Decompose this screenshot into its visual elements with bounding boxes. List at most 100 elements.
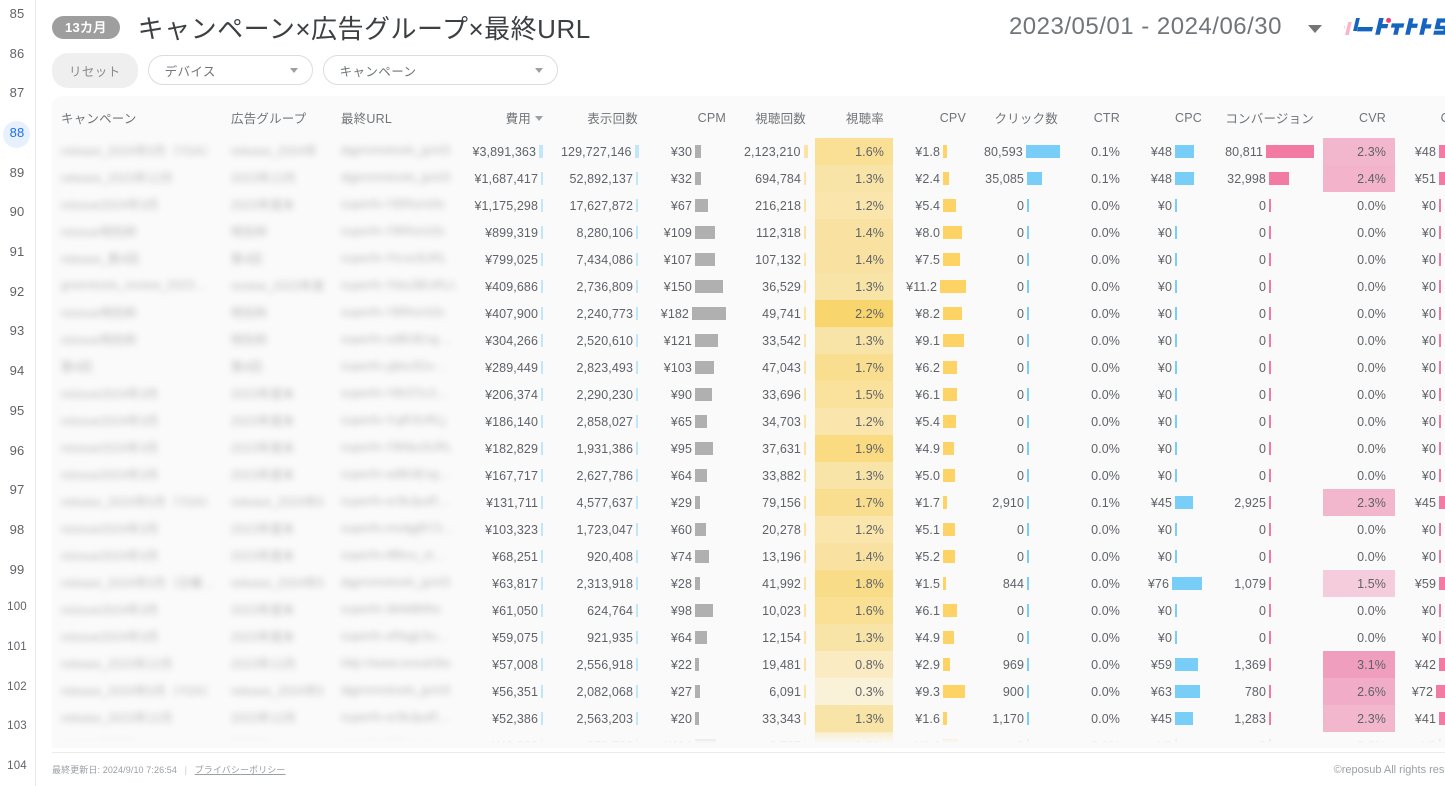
table-row[interactable]: reissue2024年3月 2023年度末 superfn-YujR3URLj ¥1… <box>52 408 1445 435</box>
col-header-ctr[interactable]: CTR <box>1067 96 1129 138</box>
col-header-cvr[interactable]: CVR <box>1323 96 1395 138</box>
page-footer: 最終更新日: 2024/9/10 7:26:54 | プライバシーポリシー ©r… <box>52 752 1445 786</box>
col-header-view_rate[interactable]: 視聴率 <box>815 96 893 138</box>
value-with-bar: ¥68,251 <box>471 550 543 564</box>
col-header-cpc[interactable]: CPC <box>1129 96 1211 138</box>
metric-value: ¥63 <box>1150 684 1172 699</box>
table-row[interactable]: reissue2024年3月 2023年度末 superfn-sRbgjUtu… ¥5… <box>52 624 1445 651</box>
page-number-101[interactable]: 101 <box>0 641 35 653</box>
cell-impr: 17,627,872 <box>552 192 647 219</box>
col-header-clicks[interactable]: クリック数 <box>975 96 1067 138</box>
cell-ctr: 0.0% <box>1067 354 1129 381</box>
col-header-conv[interactable]: コンバージョン <box>1211 96 1323 138</box>
page-number-100[interactable]: 100 <box>0 601 35 613</box>
col-header-label: キャンペーン <box>61 112 137 126</box>
table-row[interactable]: reissue2024年3月 2023年度末 superfn-sdBt3Eng… ¥1… <box>52 462 1445 489</box>
select-device[interactable]: デバイス <box>147 55 313 85</box>
redacted-text: 第4回 <box>231 359 262 374</box>
cell-view_rate: 1.3% <box>815 705 893 732</box>
value-with-bar: ¥0 <box>1404 415 1445 429</box>
page-number-91[interactable]: 91 <box>0 244 35 259</box>
data-bar <box>538 685 543 698</box>
table-body[interactable]: release_2024年5月（YDA） release_2024年 dgpromo… <box>52 138 1445 748</box>
table-row[interactable]: reissue特別枠 特別枠 superfn-sdBt3Eng… ¥304,266 2,… <box>52 327 1445 354</box>
cell-cpm: ¥29 <box>647 489 735 516</box>
cell-cvr: 0.0% <box>1323 192 1395 219</box>
table-row[interactable]: reissue特別枠 特別枠 superfn-YBRtx/sl3c ¥407,900 2… <box>52 300 1445 327</box>
page-number-90[interactable]: 90 <box>0 204 35 219</box>
page-number-99[interactable]: 99 <box>0 562 35 577</box>
privacy-policy-link[interactable]: プライバシーポリシー <box>195 765 286 775</box>
page-number-98[interactable]: 98 <box>0 522 35 537</box>
value-with-bar: 33,696 <box>744 388 806 402</box>
redacted-text: release_2024年5 <box>231 494 324 509</box>
col-header-adgroup[interactable]: 広告グループ <box>222 96 332 138</box>
table-row[interactable]: release_2023年12月 2023年12月 http://www.exsub… <box>52 651 1445 678</box>
date-range-value[interactable]: 2023/05/01 - 2024/06/30 <box>1009 13 1282 41</box>
data-bar <box>1024 442 1058 455</box>
cell-final_url: superfn-sdBt3Eng… <box>332 327 462 354</box>
data-bar <box>940 631 966 644</box>
page-number-85[interactable]: 85 <box>0 6 35 21</box>
data-bar <box>538 280 543 293</box>
col-header-cpm[interactable]: CPM <box>647 96 735 138</box>
col-header-label: 費用 <box>505 112 531 126</box>
page-number-86[interactable]: 86 <box>0 46 35 61</box>
data-bar <box>940 307 966 320</box>
page-number-97[interactable]: 97 <box>0 482 35 497</box>
page-number-95[interactable]: 95 <box>0 403 35 418</box>
page-number-88[interactable]: 88 <box>0 121 35 148</box>
col-header-final_url[interactable]: 最終URL <box>332 96 462 138</box>
col-header-impr[interactable]: 表示回数 <box>552 96 647 138</box>
data-table-card[interactable]: キャンペーン 広告グループ 最終URL 費用 表示回数 CPM 視聴回数 視聴率 CPV クリック… <box>52 96 1445 748</box>
cell-cpc: ¥0 <box>1129 381 1211 408</box>
page-number-104[interactable]: 104 <box>0 760 35 772</box>
table-row[interactable]: 第4回 第4回 superfn-yjbtu3Gv… ¥289,449 2,823,493… <box>52 354 1445 381</box>
page-number-94[interactable]: 94 <box>0 363 35 378</box>
table-row[interactable]: reissue2024年3月 2023年度末 superfn-tfBtvu_sl… ¥… <box>52 543 1445 570</box>
value-with-bar: ¥63 <box>1138 685 1202 699</box>
data-bar <box>538 415 543 428</box>
chevron-down-icon[interactable] <box>1308 25 1322 33</box>
table-row[interactable]: release_2023年12月 2023年12月 superfn-sr3bJpuR… <box>52 705 1445 732</box>
table-row[interactable]: reissue2024年3月 2023年度末 superfn-YBt3Ttc3… ¥2… <box>52 381 1445 408</box>
table-row[interactable]: release_2024年5月（日曜… release_2024年5 dgpromo… <box>52 570 1445 597</box>
data-bar <box>940 199 966 212</box>
table-row[interactable]: reissue2024年3月 2023年度末 superfn-mvdgjBY3… ¥1… <box>52 516 1445 543</box>
redacted-text: superfn-sRbgjUtu… <box>341 629 449 643</box>
table-row[interactable]: reissue特別枠 特別枠 superfn-tfBtvu_sl… ¥49,880 87… <box>52 732 1445 748</box>
col-header-cpv[interactable]: CPV <box>893 96 975 138</box>
table-row[interactable]: release_2023年12月 2023年12月 dgpromotools_jp/… <box>52 165 1445 192</box>
table-row[interactable]: reissue特別枠 特別枠 superfn-YBRtx/sl3c ¥899,319 8… <box>52 219 1445 246</box>
page-number-gutter[interactable]: 85 86 87 88 89 90 91 92 93 94 95 96 97 98 99 100 101 102 1… <box>0 0 36 786</box>
table-row[interactable]: reissue2024年3月 2023年度末 superfn-YBNtu3URL ¥1… <box>52 435 1445 462</box>
metric-value: 0 <box>1016 279 1024 294</box>
page-number-87[interactable]: 87 <box>0 85 35 100</box>
data-bar <box>1266 280 1314 293</box>
table-row[interactable]: release_第4回 第4回 superfn-Ytcvs3URL ¥799,025 7… <box>52 246 1445 273</box>
table-row[interactable]: release_2024年5月（YDA） release_2024年5 dgprom… <box>52 678 1445 705</box>
cell-cpm: ¥107 <box>647 246 735 273</box>
page-number-103[interactable]: 103 <box>0 720 35 732</box>
sort-desc-icon[interactable] <box>535 116 543 121</box>
value-with-bar: ¥2.4 <box>902 172 966 186</box>
cell-conv: 0 <box>1211 246 1323 273</box>
page-number-102[interactable]: 102 <box>0 681 35 693</box>
page-number-92[interactable]: 92 <box>0 284 35 299</box>
page-number-89[interactable]: 89 <box>0 165 35 180</box>
page-number-96[interactable]: 96 <box>0 443 35 458</box>
col-header-cpa[interactable]: CPA <box>1395 96 1445 138</box>
page-number-93[interactable]: 93 <box>0 323 35 338</box>
col-header-cost[interactable]: 費用 <box>462 96 552 138</box>
cell-cpv: ¥7.5 <box>893 246 975 273</box>
col-header-views[interactable]: 視聴回数 <box>735 96 815 138</box>
table-row[interactable]: release_2024年5月（YDA） release_2024年5 superf… <box>52 489 1445 516</box>
table-row[interactable]: reissue2024年3月 2023年度末 superfn-YBRtx/sl3c ¥… <box>52 192 1445 219</box>
table-row[interactable]: greentools_review_2023… review_2023年度 supe… <box>52 273 1445 300</box>
select-campaign[interactable]: キャンペーン <box>322 55 558 85</box>
value-with-bar: 1,931,386 <box>561 442 638 456</box>
table-row[interactable]: release_2024年5月（YDA） release_2024年 dgpromo… <box>52 138 1445 165</box>
col-header-campaign[interactable]: キャンペーン <box>52 96 222 138</box>
table-row[interactable]: reissue2024年3月 2023年度末 superfn-3bNtBtRtc ¥6… <box>52 597 1445 624</box>
reset-button[interactable]: リセット <box>52 52 138 88</box>
